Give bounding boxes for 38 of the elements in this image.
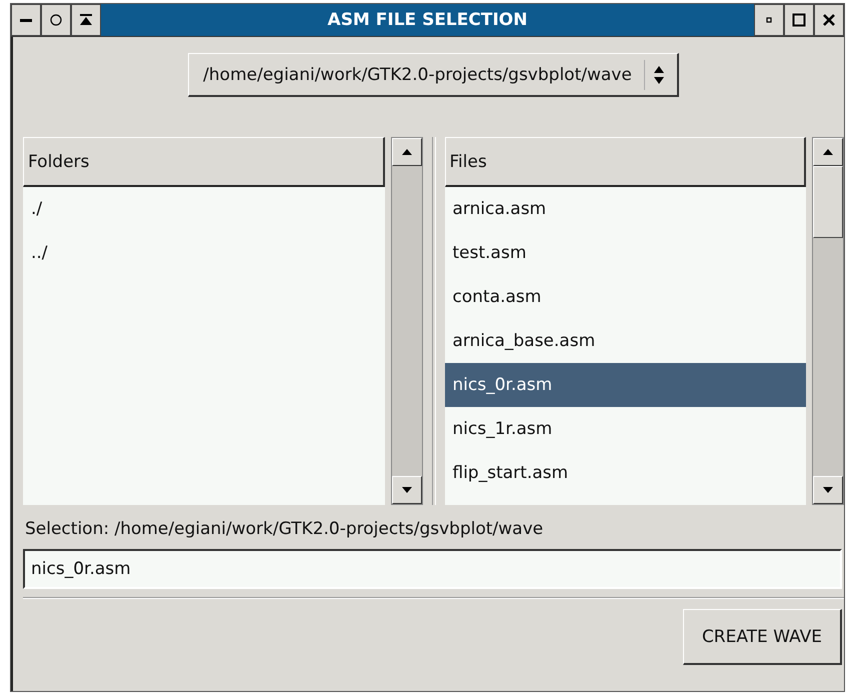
scrollbar[interactable]	[812, 137, 844, 505]
shade-button[interactable]	[71, 4, 101, 36]
circle-button[interactable]	[41, 4, 71, 36]
down-arrow-icon	[400, 486, 412, 494]
file-item[interactable]: nics_0r.asm	[444, 363, 806, 407]
close-button[interactable]	[814, 4, 844, 36]
file-item[interactable]: nics_1r.asm	[444, 407, 806, 451]
maximize-button[interactable]	[784, 4, 814, 36]
window-title: ASM FILE SELECTION	[326, 9, 528, 32]
file-item[interactable]: flip_start.asm	[444, 451, 806, 495]
circle-icon	[49, 13, 63, 27]
selection-label: Selection: /home/egiani/work/GTK2.0-projects/gsvbplot/wave	[24, 518, 544, 541]
filename-field[interactable]: nics_0r.asm	[23, 549, 842, 589]
file-item[interactable]: test.asm	[444, 231, 806, 275]
maximize-icon	[792, 13, 806, 27]
bar-triangle-icon	[79, 13, 93, 27]
up-arrow-icon	[822, 148, 834, 156]
scroll-thumb[interactable]	[813, 166, 843, 238]
scroll-up-button[interactable]	[392, 138, 422, 166]
close-icon	[822, 13, 836, 27]
folder-item[interactable]: ./	[23, 187, 384, 231]
up-arrow-icon	[400, 148, 412, 156]
column-header[interactable]: Files	[444, 137, 806, 187]
updown-arrows-icon	[652, 64, 665, 84]
path-dropdown[interactable]: /home/egiani/work/GTK2.0-projects/gsvbplot/wave	[188, 53, 679, 97]
file-item[interactable]: arnica.asm	[444, 187, 806, 231]
create-wave-button[interactable]: CREATE WAVE	[682, 609, 842, 665]
file-item[interactable]: arnica_base.asm	[444, 319, 806, 363]
scrollbar[interactable]	[390, 137, 422, 505]
scroll-up-button[interactable]	[813, 138, 843, 166]
column-header[interactable]: Folders	[23, 137, 384, 187]
scroll-down-button[interactable]	[392, 476, 422, 504]
down-arrow-icon	[822, 486, 834, 494]
folder-item[interactable]: ../	[23, 231, 384, 275]
minimize-button[interactable]	[11, 4, 41, 36]
file-item[interactable]: conta.asm	[444, 275, 806, 319]
small-square-button[interactable]	[754, 4, 784, 36]
scroll-down-button[interactable]	[813, 476, 843, 504]
